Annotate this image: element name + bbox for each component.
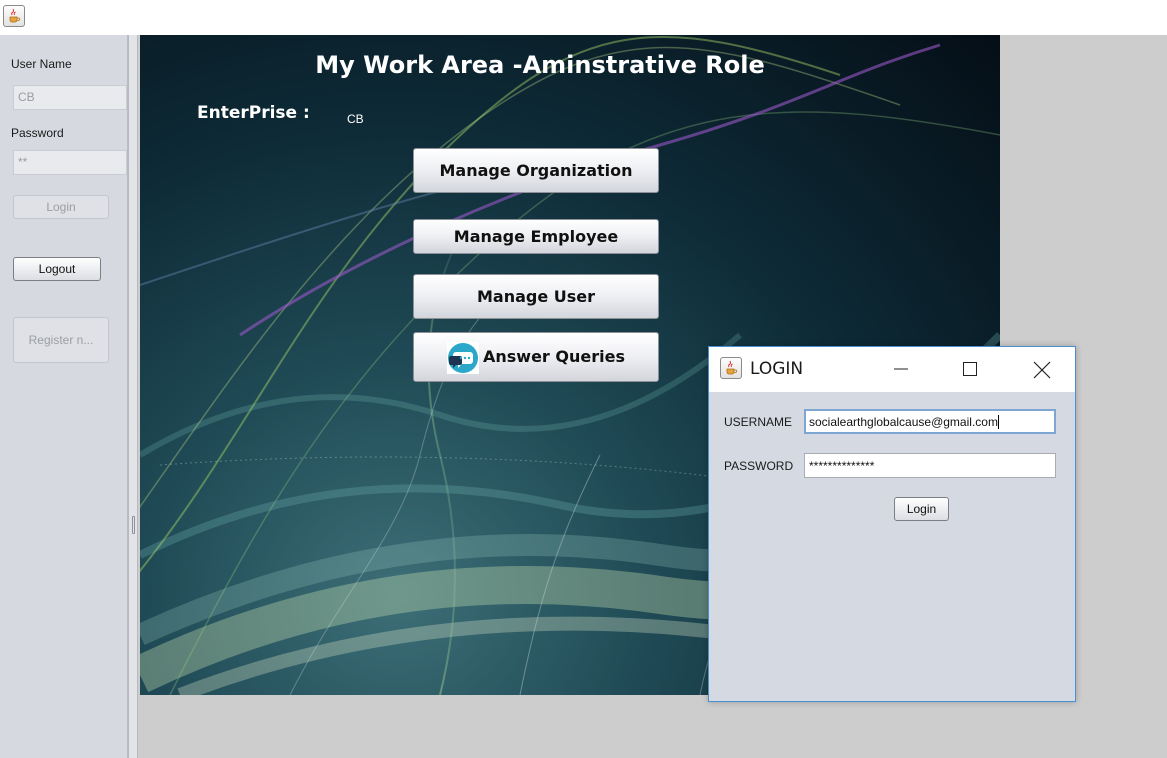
login-dialog-titlebar[interactable]: LOGIN — [709, 347, 1075, 392]
dialog-username-input[interactable]: socialearthglobalcause@gmail.com — [804, 409, 1056, 434]
minimize-icon — [894, 368, 908, 370]
logout-button[interactable]: Logout — [13, 257, 101, 281]
manage-organization-button[interactable]: Manage Organization — [413, 148, 659, 193]
maximize-icon — [963, 362, 977, 376]
answer-queries-button[interactable]: Answer Queries — [413, 332, 659, 382]
minimize-button[interactable] — [878, 347, 924, 392]
password-label: Password — [11, 126, 64, 140]
password-field[interactable]: ** — [13, 150, 127, 175]
text-cursor — [997, 415, 999, 429]
chat-bubble-icon — [447, 341, 479, 374]
work-area-title: My Work Area -Aminstrative Role — [315, 51, 765, 79]
login-dialog-title: LOGIN — [750, 359, 804, 379]
enterprise-label: EnterPrise : — [197, 103, 310, 123]
maximize-button[interactable] — [947, 347, 993, 392]
close-button[interactable] — [1018, 347, 1064, 392]
login-button[interactable]: Login — [13, 195, 109, 219]
close-icon — [1033, 361, 1051, 379]
split-pane-divider[interactable] — [128, 35, 138, 758]
answer-queries-label: Answer Queries — [483, 347, 625, 366]
dialog-login-button[interactable]: Login — [894, 497, 949, 521]
manage-employee-button[interactable]: Manage Employee — [413, 219, 659, 254]
dialog-password-input[interactable]: ************** — [804, 453, 1056, 478]
java-coffee-cup-icon[interactable] — [3, 5, 25, 27]
dialog-username-label: USERNAME — [724, 415, 793, 429]
username-label: User Name — [11, 57, 72, 71]
register-button[interactable]: Register n... — [13, 317, 109, 363]
left-control-panel: User Name CB Password ** Login Logout Re… — [0, 35, 128, 758]
manage-user-button[interactable]: Manage User — [413, 274, 659, 319]
java-coffee-cup-icon[interactable] — [720, 357, 742, 379]
enterprise-value: CB — [347, 112, 364, 126]
dialog-password-label: PASSWORD — [724, 459, 794, 473]
dialog-username-value: socialearthglobalcause@gmail.com — [809, 415, 998, 429]
login-dialog: LOGIN USERNAME socialearthglobalcause@gm… — [708, 346, 1076, 702]
main-window-titlebar — [0, 0, 1167, 35]
username-field[interactable]: CB — [13, 85, 127, 110]
divider-grip-icon[interactable] — [132, 516, 135, 534]
